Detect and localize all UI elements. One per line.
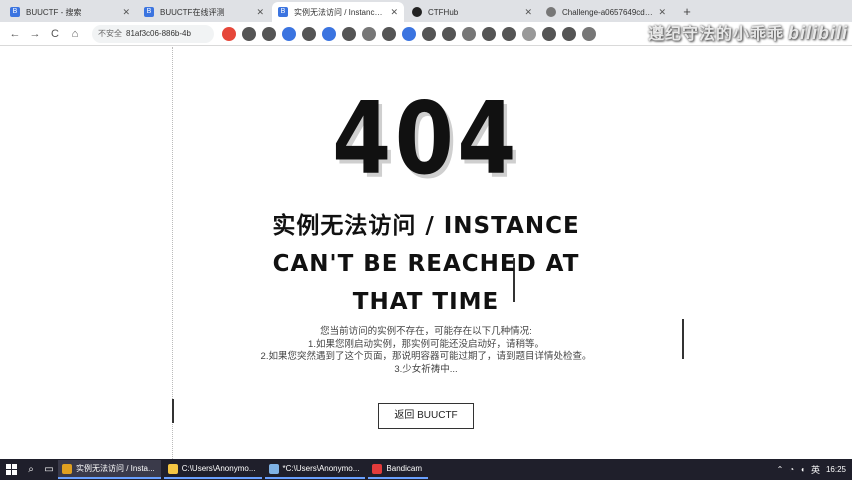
github-favicon-icon [412, 7, 422, 17]
extension-icon[interactable] [522, 26, 536, 41]
error-code: 404 [332, 80, 520, 197]
extension-icon[interactable] [502, 26, 516, 41]
tab-buuctf-search[interactable]: B BUUCTF - 搜索 ✕ [4, 2, 136, 22]
tab-buuctf-online[interactable]: B BUUCTF在线评测 ✕ [138, 2, 270, 22]
watermark-text: 遵纪守法的小乖乖 [647, 26, 784, 43]
tab-label: BUUCTF在线评测 [160, 7, 225, 17]
url-text: 81af3c06-886b-4b [126, 29, 191, 38]
tab-label: Challenge-a0657649cd6b04 [562, 7, 654, 17]
extension-icon[interactable] [462, 26, 476, 41]
extension-icon[interactable] [422, 26, 436, 41]
windows-taskbar: ⌕ ▭ 实例无法访问 / Insta... C:\Users\Anonymo..… [0, 459, 852, 480]
close-icon[interactable]: ✕ [524, 6, 532, 18]
desc-line: 2.如果您突然遇到了这个页面，那说明容器可能过期了，请到题目详情处检查。 [260, 351, 592, 362]
extension-icon[interactable] [282, 26, 296, 41]
page-content: 404 实例无法访问 / INSTANCE CAN'T BE REACHED A… [0, 47, 852, 459]
extension-icon[interactable] [342, 26, 356, 41]
extension-icon[interactable] [582, 26, 596, 41]
ime-indicator[interactable]: 英 [811, 463, 820, 476]
cursor-mark [682, 319, 684, 359]
volume-icon[interactable]: ◖ [800, 465, 805, 474]
extension-icons [222, 26, 602, 41]
clock[interactable]: 16:25 [826, 465, 846, 474]
extension-icon[interactable] [382, 26, 396, 41]
cursor-mark [172, 399, 174, 423]
taskbar-item-explorer[interactable]: C:\Users\Anonymo... [163, 460, 262, 479]
desc-line: 3.少女祈祷中... [394, 363, 458, 375]
bilibili-logo: bilibili [788, 23, 848, 43]
globe-favicon-icon [546, 7, 556, 17]
tab-ctfhub[interactable]: CTFHub ✕ [406, 2, 538, 22]
address-bar[interactable]: 不安全 81af3c06-886b-4b [92, 24, 214, 43]
buuctf-favicon-icon: B [10, 7, 20, 17]
tab-challenge[interactable]: Challenge-a0657649cd6b04 ✕ [540, 2, 672, 22]
taskbar-item-label: C:\Users\Anonymo... [181, 464, 256, 473]
close-icon[interactable]: ✕ [256, 6, 264, 18]
extension-icon[interactable] [542, 26, 556, 41]
bandicam-icon [372, 463, 383, 474]
tab-label: BUUCTF - 搜索 [26, 7, 82, 17]
extension-icon[interactable] [362, 26, 376, 41]
notepad-icon [268, 463, 279, 474]
tab-instance-unreachable[interactable]: B 实例无法访问 / Instance can't ✕ [272, 2, 404, 22]
search-icon[interactable]: ⌕ [22, 464, 40, 475]
buuctf-favicon-icon: B [144, 7, 154, 17]
extension-icon[interactable] [262, 26, 276, 41]
desc-line: 1.如果您刚启动实例，那实例可能还没启动好，请稍等。 [308, 338, 544, 350]
taskbar-item-label: *C:\Users\Anonymo... [282, 464, 360, 473]
extension-icon[interactable] [242, 26, 256, 41]
network-icon[interactable]: ◔ [789, 465, 794, 474]
taskbar-item-label: 实例无法访问 / Insta... [76, 464, 155, 473]
taskbar-item-label: Bandicam [386, 464, 422, 473]
folder-icon [167, 463, 178, 474]
not-secure-label[interactable]: 不安全 [98, 28, 122, 39]
back-to-buuctf-button[interactable]: 返回 BUUCTF [378, 403, 474, 429]
extension-icon[interactable] [302, 26, 316, 41]
extension-icon[interactable] [322, 26, 336, 41]
extension-icon[interactable] [442, 26, 456, 41]
tray-chevron-icon[interactable]: ⌃ [777, 465, 784, 474]
extension-icon[interactable] [482, 26, 496, 41]
windows-logo-icon [5, 464, 17, 475]
error-headline: 实例无法访问 / INSTANCE CAN'T BE REACHED AT TH… [272, 213, 580, 315]
start-button[interactable] [0, 459, 22, 480]
reload-button[interactable]: C [46, 25, 64, 43]
taskbar-item-notepad[interactable]: *C:\Users\Anonymo... [264, 460, 366, 479]
error-description: 您当前访问的实例不存在，可能存在以下几种情况: 1.如果您刚启动实例，那实例可能… [260, 326, 592, 376]
close-icon[interactable]: ✕ [658, 6, 666, 18]
new-tab-button[interactable]: + [678, 3, 696, 21]
tab-label: 实例无法访问 / Instance can't [294, 7, 386, 17]
tab-label: CTFHub [428, 7, 459, 17]
forward-button[interactable]: → [26, 25, 44, 43]
system-tray: ⌃ ◔ ◖ 英 16:25 [771, 463, 852, 476]
taskbar-item-chrome[interactable]: 实例无法访问 / Insta... [58, 460, 161, 479]
extension-icon[interactable] [402, 26, 416, 41]
buuctf-favicon-icon: B [278, 7, 288, 17]
desc-line: 您当前访问的实例不存在，可能存在以下几种情况: [320, 326, 532, 337]
close-icon[interactable]: ✕ [390, 6, 398, 18]
back-button[interactable]: ← [6, 25, 24, 43]
home-button[interactable]: ⌂ [66, 25, 84, 43]
task-view-icon[interactable]: ▭ [40, 464, 58, 475]
extension-icon[interactable] [562, 26, 576, 41]
extension-icon[interactable] [222, 26, 236, 41]
tab-strip: B BUUCTF - 搜索 ✕ B BUUCTF在线评测 ✕ B 实例无法访问 … [0, 0, 852, 22]
close-icon[interactable]: ✕ [122, 6, 130, 18]
taskbar-item-bandicam[interactable]: Bandicam [368, 460, 428, 479]
chrome-icon [62, 463, 72, 474]
video-watermark: 遵纪守法的小乖乖 bilibili [648, 20, 848, 44]
